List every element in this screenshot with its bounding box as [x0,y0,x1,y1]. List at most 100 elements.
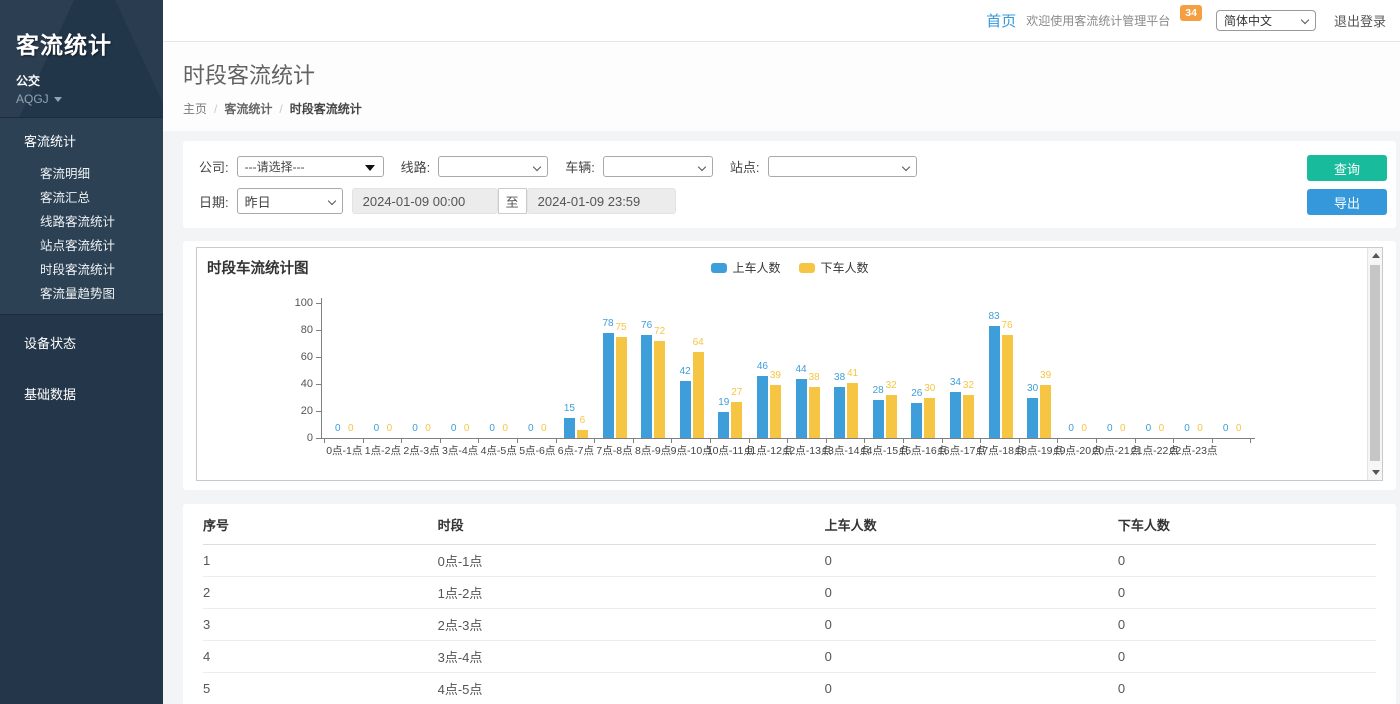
breadcrumb-current: 时段客流统计 [290,100,362,117]
company-select[interactable]: ---请选择--- [237,156,384,177]
y-axis-tick-label: 60 [279,351,313,363]
bar-boarding [680,381,691,438]
chevron-down-icon [901,163,909,171]
page-title: 时段客流统计 [183,58,1400,90]
table-cell: 0 [1118,577,1376,609]
language-select[interactable]: 简体中文 [1216,10,1316,31]
logout-link[interactable]: 退出登录 [1334,11,1386,30]
y-axis-tick-mark [316,411,321,412]
bar-boarding [796,379,807,438]
table-cell: 2 [203,577,438,609]
legend-swatch-blue [710,263,726,273]
table-header-row: 序号 时段 上车人数 下车人数 [203,504,1376,545]
language-select-value: 简体中文 [1224,12,1272,29]
topbar: 首页 欢迎使用客流统计管理平台 34 简体中文 退出登录 [163,0,1400,42]
scroll-up-icon[interactable] [1368,248,1383,263]
date-range-separator: 至 [498,188,527,214]
sidebar-item-passenger-summary[interactable]: 客流汇总 [0,186,163,210]
dropdown-arrow-icon [365,165,375,171]
table-body: 10点-1点0021点-2点0032点-3点0043点-4点0054点-5点00… [203,545,1376,704]
sidebar-item-period-stats[interactable]: 时段客流统计 [0,258,163,282]
y-axis-tick-label: 20 [279,405,313,417]
line-label: 线路: [401,157,431,176]
sidebar-item-trend-chart[interactable]: 客流量趋势图 [0,282,163,306]
sidebar-item-line-stats[interactable]: 线路客流统计 [0,210,163,234]
vehicle-label: 车辆: [565,157,595,176]
org-name: 公交 [16,72,163,89]
bar-value-label: 0 [1224,423,1254,434]
col-header-alighting: 下车人数 [1118,504,1376,545]
bar-boarding [873,400,884,438]
table-row: 32点-3点00 [203,609,1376,641]
col-header-boarding: 上车人数 [825,504,1118,545]
bar-boarding [603,333,614,438]
bar-value-label: 32 [953,380,983,391]
vehicle-select[interactable] [603,156,713,177]
filter-row-1: 公司: ---请选择--- 线路: 车辆: 站点: [199,156,1380,177]
table-cell: 2点-3点 [438,609,825,641]
sidebar-logo-block: 客流统计 公交 AQGJ [0,0,163,117]
table-row: 54点-5点00 [203,673,1376,704]
chart-title: 时段车流统计图 [207,257,309,278]
content: 公司: ---请选择--- 线路: 车辆: 站点: [163,131,1400,704]
date-label: 日期: [199,192,229,211]
table-cell: 1点-2点 [438,577,825,609]
bar-boarding [834,387,845,438]
company-label: 公司: [199,157,229,176]
main-area: 时段客流统计 主页 / 客流统计 / 时段客流统计 公司: ---请选择--- … [163,42,1400,704]
y-axis-tick-mark [316,438,321,439]
period-table: 序号 时段 上车人数 下车人数 10点-1点0021点-2点0032点-3点00… [203,504,1376,704]
bar-boarding [641,335,652,438]
y-axis-tick-label: 100 [279,297,313,309]
scroll-down-icon[interactable] [1368,465,1383,480]
filter-panel: 公司: ---请选择--- 线路: 车辆: 站点: [183,141,1396,228]
query-button[interactable]: 查询 [1307,155,1387,181]
export-button[interactable]: 导出 [1307,189,1387,215]
chart-vertical-scrollbar[interactable] [1367,248,1382,480]
date-start-input[interactable]: 2024-01-09 00:00 [352,188,498,214]
table-cell: 4点-5点 [438,673,825,704]
date-start-value: 2024-01-09 00:00 [363,194,466,209]
scrollbar-thumb[interactable] [1370,265,1380,461]
table-cell: 3 [203,609,438,641]
y-axis-tick-mark [316,303,321,304]
y-axis-line [321,298,322,439]
chart-panel: 时段车流统计图 上车人数 下车人数 020406080100000点-1点001… [183,241,1396,490]
y-axis-tick-label: 0 [279,432,313,444]
line-select[interactable] [438,156,548,177]
filter-row-2: 日期: 昨日 2024-01-09 00:00 至 2024-01-09 23:… [199,188,1380,214]
table-cell: 0 [825,673,1118,704]
table-cell: 0 [1118,641,1376,673]
date-end-input[interactable]: 2024-01-09 23:59 [527,188,676,214]
date-preset-select[interactable]: 昨日 [237,188,343,214]
notification-badge[interactable]: 34 [1180,5,1202,21]
page-head: 时段客流统计 主页 / 客流统计 / 时段客流统计 [163,42,1400,131]
org-code-dropdown[interactable]: AQGJ [16,92,163,106]
home-link[interactable]: 首页 [986,10,1016,31]
station-select[interactable] [768,156,917,177]
menu-group-passenger-stats: 客流统计 客流明细 客流汇总 线路客流统计 站点客流统计 时段客流统计 客流量趋… [0,117,163,315]
sidebar-item-passenger-detail[interactable]: 客流明细 [0,162,163,186]
sidebar-item-device-status[interactable]: 设备状态 [0,319,163,366]
breadcrumb-home[interactable]: 主页 [183,100,207,117]
table-cell: 0 [1118,673,1376,704]
legend-item-alighting[interactable]: 下车人数 [799,259,869,276]
legend-item-boarding[interactable]: 上车人数 [710,259,780,276]
bar-alighting [1040,385,1051,438]
table-cell: 0点-1点 [438,545,825,577]
bar-value-label: 39 [1031,370,1061,381]
table-cell: 0 [825,577,1118,609]
sidebar-item-passenger-stats[interactable]: 客流统计 [0,118,163,162]
breadcrumb-section[interactable]: 客流统计 [224,100,272,117]
sidebar-item-base-data[interactable]: 基础数据 [0,370,163,417]
legend-swatch-yellow [799,263,815,273]
col-header-period: 时段 [438,504,825,545]
y-axis-tick-mark [316,330,321,331]
bar-alighting [963,395,974,438]
table-cell: 0 [1118,545,1376,577]
bar-value-label: 76 [992,320,1022,331]
bar-value-label: 6 [567,415,597,426]
sidebar-item-station-stats[interactable]: 站点客流统计 [0,234,163,258]
bar-alighting [577,430,588,438]
date-preset-value: 昨日 [245,192,271,211]
